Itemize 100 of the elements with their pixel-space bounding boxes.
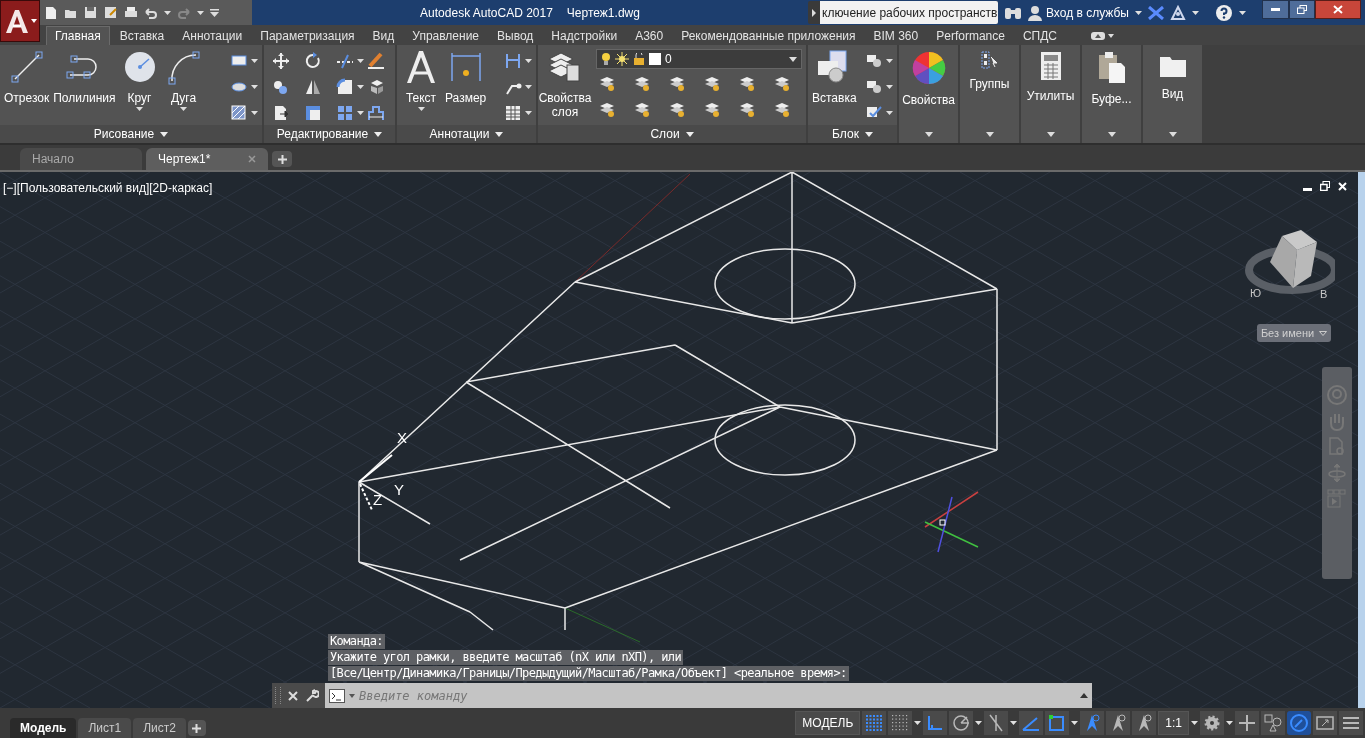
layout-tab[interactable]: Модель bbox=[10, 718, 77, 738]
caret-icon[interactable] bbox=[1010, 721, 1018, 725]
caret-icon[interactable] bbox=[197, 10, 204, 15]
status-toggle-button[interactable] bbox=[1313, 711, 1337, 735]
status-toggle-button[interactable] bbox=[862, 711, 887, 735]
linear-dimension-icon[interactable] bbox=[504, 52, 522, 70]
ribbon-tab[interactable]: BIM 360 bbox=[865, 26, 927, 45]
panel-title-button[interactable]: Аннотации bbox=[397, 125, 536, 143]
trim-icon[interactable] bbox=[335, 52, 354, 70]
panel-title-button[interactable]: Слои bbox=[538, 125, 806, 143]
caret-icon[interactable] bbox=[1071, 721, 1079, 725]
command-line-field[interactable]: Введите команду bbox=[325, 683, 1092, 708]
block-icon[interactable] bbox=[865, 78, 883, 96]
viewport-controls-label[interactable]: [−][Пользовательский вид][2D-каркас] bbox=[3, 179, 213, 197]
layer-icon[interactable] bbox=[668, 74, 686, 92]
layer-icon[interactable] bbox=[738, 74, 756, 92]
tool-button[interactable]: Вставка bbox=[812, 49, 857, 111]
ribbon-tab[interactable]: Вставка bbox=[111, 26, 173, 45]
undo-icon[interactable] bbox=[144, 5, 158, 20]
ribbon-tab[interactable]: Вид bbox=[364, 26, 403, 45]
status-toggle-button[interactable] bbox=[1106, 711, 1131, 735]
arrows-icon[interactable] bbox=[272, 52, 290, 70]
block-icon[interactable] bbox=[865, 52, 883, 70]
caret-icon[interactable] bbox=[164, 10, 171, 15]
scale-icon[interactable] bbox=[303, 104, 322, 122]
tool-button[interactable]: Текст bbox=[401, 49, 441, 111]
tool-button[interactable]: Размер bbox=[445, 49, 487, 111]
ribbon-tab[interactable]: Аннотации bbox=[174, 26, 251, 45]
tool-button[interactable]: Полилиния bbox=[53, 49, 116, 111]
status-button[interactable]: МОДЕЛЬ bbox=[795, 711, 861, 735]
status-toggle-button[interactable] bbox=[1339, 711, 1363, 735]
status-toggle-button[interactable] bbox=[923, 711, 948, 735]
layer-icon[interactable] bbox=[633, 74, 651, 92]
ribbon-tab[interactable]: Главная bbox=[46, 26, 110, 45]
panel-title-button[interactable]: Блок bbox=[808, 125, 897, 143]
table-icon[interactable] bbox=[504, 104, 522, 122]
caret-icon[interactable] bbox=[1226, 721, 1233, 725]
caret-icon[interactable] bbox=[356, 85, 364, 89]
fillet-icon[interactable] bbox=[335, 78, 354, 96]
close-button[interactable] bbox=[1315, 0, 1361, 19]
mirror-icon[interactable] bbox=[303, 78, 322, 96]
caret-up-icon[interactable] bbox=[1080, 693, 1088, 698]
caret-icon[interactable] bbox=[251, 85, 258, 89]
status-toggle-button[interactable] bbox=[1200, 711, 1224, 735]
file-tab[interactable]: Чертеж1* bbox=[146, 148, 268, 170]
caret-icon[interactable] bbox=[251, 111, 258, 115]
file-tab[interactable]: Начало bbox=[20, 148, 142, 170]
caret-icon[interactable] bbox=[356, 59, 364, 63]
caret-icon[interactable] bbox=[1239, 10, 1246, 15]
caret-icon[interactable] bbox=[1191, 721, 1198, 725]
triangle-network-icon[interactable] bbox=[1170, 4, 1186, 21]
restore-button[interactable] bbox=[1289, 0, 1315, 19]
save-icon[interactable] bbox=[84, 5, 98, 20]
ribbon-tab[interactable]: Performance bbox=[928, 26, 1013, 45]
caret-icon[interactable] bbox=[525, 85, 532, 89]
save-as-icon[interactable] bbox=[104, 5, 118, 20]
tool-button[interactable]: Круг bbox=[119, 49, 160, 111]
x-logo-icon[interactable] bbox=[1148, 5, 1164, 20]
caret-icon[interactable] bbox=[1135, 10, 1142, 15]
caret-icon[interactable] bbox=[525, 59, 532, 63]
caret-icon[interactable] bbox=[349, 693, 355, 698]
status-toggle-button[interactable] bbox=[1287, 711, 1311, 735]
ribbon-tab[interactable]: Управление bbox=[404, 26, 487, 45]
status-toggle-button[interactable] bbox=[949, 711, 974, 735]
status-toggle-button[interactable] bbox=[1080, 711, 1105, 735]
ribbon-tab[interactable]: Надстройки bbox=[543, 26, 626, 45]
ribbon-tab[interactable]: Вывод bbox=[489, 26, 542, 45]
status-toggle-button[interactable] bbox=[1235, 711, 1259, 735]
ribbon-tab[interactable]: Рекомендованные приложения bbox=[673, 26, 864, 45]
prompt-icon[interactable] bbox=[329, 688, 345, 703]
layer-dropdown[interactable]: 0 bbox=[596, 49, 802, 69]
caret-icon[interactable] bbox=[886, 85, 893, 89]
stretch-icon[interactable] bbox=[272, 104, 290, 122]
tool-button[interactable]: Дуга bbox=[163, 49, 204, 111]
wrench-icon[interactable] bbox=[305, 688, 319, 703]
caret-icon[interactable] bbox=[914, 721, 922, 725]
caret-icon[interactable] bbox=[525, 111, 532, 115]
app-menu-button[interactable] bbox=[0, 0, 40, 42]
layer-icon[interactable] bbox=[633, 100, 651, 118]
status-toggle-button[interactable] bbox=[984, 711, 1009, 735]
collapsed-panel-button[interactable]: Свойства bbox=[899, 45, 958, 143]
sign-in-button[interactable]: Вход в службы bbox=[1028, 3, 1129, 22]
new-file-icon[interactable] bbox=[44, 5, 58, 20]
layer-icon[interactable] bbox=[668, 100, 686, 118]
layer-icon[interactable] bbox=[773, 74, 791, 92]
layout-tab[interactable]: Лист1 bbox=[78, 718, 132, 738]
status-toggle-button[interactable] bbox=[1045, 711, 1070, 735]
help-icon[interactable] bbox=[1215, 3, 1233, 22]
layout-tab[interactable]: Лист2 bbox=[133, 718, 186, 738]
layer-icon[interactable] bbox=[773, 100, 791, 118]
layer-icon[interactable] bbox=[703, 74, 721, 92]
compass-label[interactable]: В bbox=[1320, 289, 1328, 300]
collapsed-panel-button[interactable]: Группы bbox=[960, 45, 1019, 143]
caret-icon[interactable] bbox=[886, 59, 893, 63]
tool-button[interactable]: Отрезок bbox=[4, 49, 50, 111]
caret-icon[interactable] bbox=[975, 721, 983, 725]
compass-label[interactable]: Ю bbox=[1250, 288, 1262, 299]
collapsed-panel-button[interactable]: Утилиты bbox=[1021, 45, 1080, 143]
layer-icon[interactable] bbox=[738, 100, 756, 118]
ribbon-tab[interactable]: Параметризация bbox=[252, 26, 363, 45]
